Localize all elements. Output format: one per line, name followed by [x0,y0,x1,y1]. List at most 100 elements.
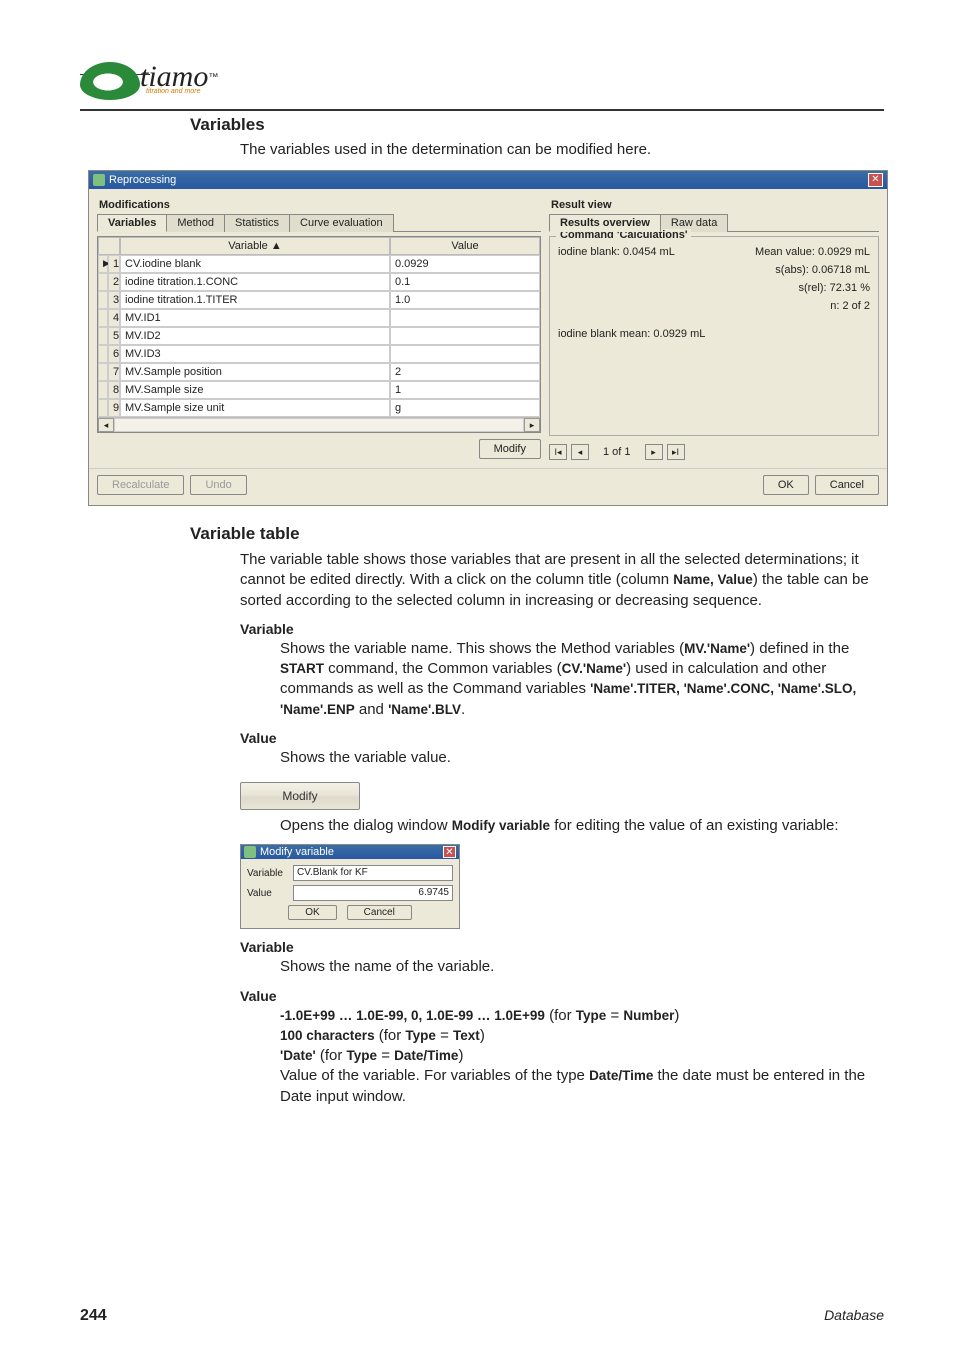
logo-subtitle: titration and more [146,88,224,95]
logo-swoosh-icon [80,62,140,100]
variable-table-paragraph: The variable table shows those variables… [240,550,884,611]
header-rule [80,109,884,111]
footer-section: Database [824,1307,884,1325]
row-variable: MV.Sample position [120,363,390,381]
row-index: 8 [108,381,120,399]
tab-statistics[interactable]: Statistics [224,214,290,232]
left-tabstrip: Variables Method Statistics Curve evalua… [97,213,541,232]
result-pager: I◂ ◂ 1 of 1 ▸ ▸I [549,444,879,460]
row-pointer-icon [98,345,108,363]
reprocessing-window: Reprocessing ✕ Modifications Variables M… [88,170,888,506]
pager-first-icon[interactable]: I◂ [549,444,567,460]
modify-variable-dialog: Modify variable ✕ Variable CV.Blank for … [240,844,460,929]
tab-curve-evaluation[interactable]: Curve evaluation [289,214,394,232]
row-variable: MV.Sample size [120,381,390,399]
recalculate-button[interactable]: Recalculate [97,475,184,495]
table-row[interactable]: 3iodine titration.1.TITER1.0 [98,291,540,309]
row-pointer-icon [98,363,108,381]
tab-variables[interactable]: Variables [97,214,167,232]
term-variable: Variable [240,621,884,637]
result-srel: s(rel): 72.31 % [558,279,870,297]
dialog-ok-button[interactable]: OK [288,905,336,920]
row-variable: MV.ID3 [120,345,390,363]
result-mean-line: iodine blank mean: 0.0929 mL [558,325,870,343]
grid-header-value[interactable]: Value [390,237,540,255]
section-heading-variables: Variables [190,115,884,135]
row-variable: CV.iodine blank [120,255,390,273]
result-sabs: s(abs): 0.06718 mL [558,261,870,279]
table-row[interactable]: 8MV.Sample size1 [98,381,540,399]
app-icon [93,174,105,186]
modify-button[interactable]: Modify [479,439,541,459]
table-row[interactable]: 4MV.ID1 [98,309,540,327]
dialog-value-label: Value [247,888,287,899]
dialog-variable-label: Variable [247,868,287,879]
row-pointer-icon [98,273,108,291]
row-variable: MV.ID2 [120,327,390,345]
cancel-button[interactable]: Cancel [815,475,879,495]
page-number: 244 [80,1307,107,1325]
row-value: g [390,399,540,417]
grid-scrollbar[interactable]: ◂ ▸ [98,417,540,432]
modifications-label: Modifications [99,199,541,211]
grid-header-variable[interactable]: Variable ▲ [120,237,390,255]
dialog-app-icon [244,846,256,858]
dialog-cancel-button[interactable]: Cancel [347,905,412,920]
row-index: 2 [108,273,120,291]
pager-next-icon[interactable]: ▸ [645,444,663,460]
dialog-variable-field[interactable]: CV.Blank for KF [293,865,453,881]
pager-last-icon[interactable]: ▸I [667,444,685,460]
row-value: 1.0 [390,291,540,309]
table-row[interactable]: 7MV.Sample position2 [98,363,540,381]
scroll-right-icon[interactable]: ▸ [524,418,540,432]
dialog-title: Modify variable [260,846,334,858]
table-row[interactable]: 9MV.Sample size unitg [98,399,540,417]
trademark-icon: ™ [208,72,218,83]
row-index: 4 [108,309,120,327]
row-value: 0.0929 [390,255,540,273]
page-footer: 244 Database [80,1307,884,1325]
term-variable-body: Shows the variable name. This shows the … [280,639,884,720]
calculations-group: Command 'Calculations' iodine blank: 0.0… [549,236,879,436]
scroll-left-icon[interactable]: ◂ [98,418,114,432]
variables-grid: Variable ▲ Value ▶1CV.iodine blank0.0929… [97,236,541,433]
tab-method[interactable]: Method [166,214,225,232]
tab-results-overview[interactable]: Results overview [549,214,661,232]
row-variable: iodine titration.1.TITER [120,291,390,309]
term-variable-2-body: Shows the name of the variable. [280,957,884,977]
row-index: 6 [108,345,120,363]
right-tabstrip: Results overview Raw data [549,213,879,232]
term-value-2: Value [240,988,884,1004]
row-index: 1 [108,255,120,273]
row-pointer-icon [98,327,108,345]
table-row[interactable]: ▶1CV.iodine blank0.0929 [98,255,540,273]
row-pointer-icon: ▶ [98,255,108,273]
row-value: 0.1 [390,273,540,291]
row-pointer-icon [98,381,108,399]
result-view-label: Result view [551,199,879,211]
term-value: Value [240,730,884,746]
table-row[interactable]: 2iodine titration.1.CONC0.1 [98,273,540,291]
row-pointer-icon [98,309,108,327]
term-value-2-body: -1.0E+99 … 1.0E-99, 0, 1.0E-99 … 1.0E+99… [280,1006,884,1107]
close-icon[interactable]: ✕ [868,173,883,187]
dialog-value-field[interactable]: 6.9745 [293,885,453,901]
dialog-close-icon[interactable]: ✕ [443,846,456,858]
result-mean-value: Mean value: 0.0929 mL [755,243,870,261]
modify-button-graphic: Modify [240,782,360,810]
row-index: 5 [108,327,120,345]
table-row[interactable]: 5MV.ID2 [98,327,540,345]
section-heading-variable-table: Variable table [190,524,884,544]
pager-prev-icon[interactable]: ◂ [571,444,589,460]
row-variable: iodine titration.1.CONC [120,273,390,291]
row-value [390,327,540,345]
ok-button[interactable]: OK [763,475,809,495]
modify-paragraph: Opens the dialog window Modify variable … [280,816,884,836]
row-variable: MV.Sample size unit [120,399,390,417]
result-n: n: 2 of 2 [558,297,870,315]
table-row[interactable]: 6MV.ID3 [98,345,540,363]
pager-text: 1 of 1 [603,446,631,458]
undo-button[interactable]: Undo [190,475,246,495]
intro-text: The variables used in the determination … [240,141,884,158]
row-index: 7 [108,363,120,381]
